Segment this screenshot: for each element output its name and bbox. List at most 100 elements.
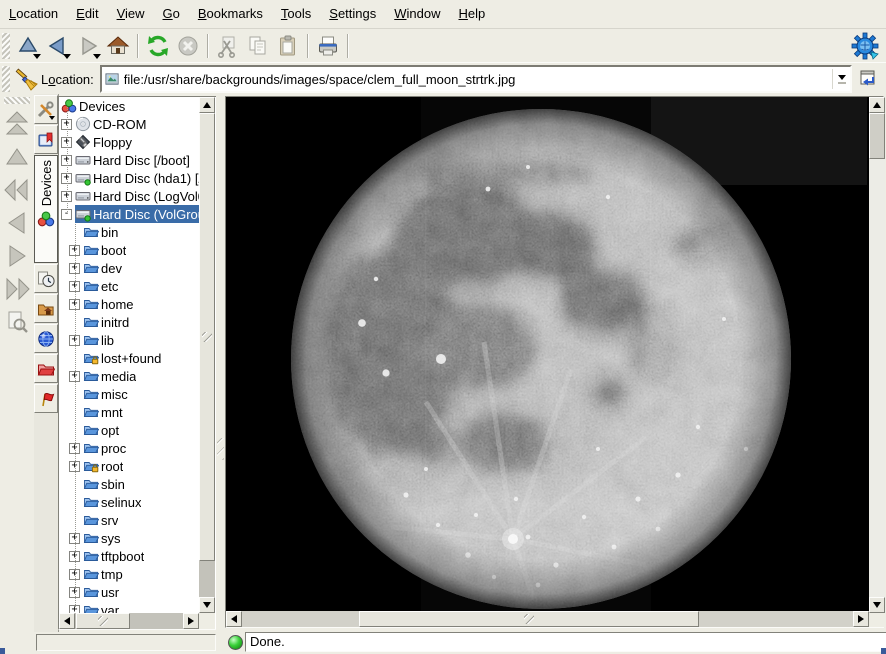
menu-item[interactable]: Window [385, 0, 449, 28]
menu-item[interactable]: Edit [67, 0, 107, 28]
double-up-button[interactable] [3, 110, 31, 138]
tree-row[interactable]: + Hard Disc (hda1) [/ [59, 169, 199, 187]
view-horizontal-scrollbar[interactable] [226, 611, 869, 627]
tree-item-label: root [101, 459, 123, 474]
sidebar-tab-home-folder[interactable] [34, 294, 58, 323]
tree-vscroll-thumb[interactable] [199, 113, 215, 561]
double-forward-button[interactable] [3, 275, 31, 303]
sidebar-tab-bookmarks[interactable] [34, 125, 58, 154]
menu-item-post: ettings [338, 6, 376, 21]
menu-item[interactable]: Go [154, 0, 189, 28]
tree-vertical-scrollbar[interactable] [199, 97, 215, 613]
copy-button[interactable] [243, 31, 273, 61]
tree-row[interactable]: + var [59, 601, 199, 613]
up-button-disabled[interactable] [3, 143, 31, 171]
tree-row[interactable]: + sys [59, 529, 199, 547]
toolbar-drag-handle[interactable] [2, 33, 10, 59]
tree-row[interactable]: srv [59, 511, 199, 529]
toolbar-drag-handle[interactable] [2, 66, 10, 92]
tree-row[interactable]: + etc [59, 277, 199, 295]
tree-row[interactable]: + home [59, 295, 199, 313]
konqueror-gear-logo[interactable] [848, 30, 882, 61]
sidebar-tab-devices[interactable]: Devices [34, 155, 58, 263]
tree-row[interactable]: + tftpboot [59, 547, 199, 565]
stop-button[interactable] [173, 31, 203, 61]
tree-row[interactable]: lost+found [59, 349, 199, 367]
tree-row[interactable]: + Floppy [59, 133, 199, 151]
tree-row[interactable]: + root [59, 457, 199, 475]
paste-button[interactable] [273, 31, 303, 61]
combobox-dropdown-button[interactable] [832, 69, 850, 89]
double-back-button[interactable] [3, 176, 31, 204]
tree-row[interactable]: selinux [59, 493, 199, 511]
tree-row[interactable]: initrd [59, 313, 199, 331]
toolbar-separator [307, 34, 309, 58]
toolbar-drag-handle[interactable] [4, 97, 30, 104]
tree-row[interactable]: + usr [59, 583, 199, 601]
view-vertical-scrollbar[interactable] [869, 97, 885, 611]
scroll-up-button[interactable] [869, 97, 885, 113]
tree-item-label: CD-ROM [93, 117, 146, 132]
scroll-up-button[interactable] [199, 97, 215, 113]
home-button[interactable] [103, 31, 133, 61]
up-button[interactable] [13, 31, 43, 61]
view-vscroll-thumb[interactable] [869, 113, 885, 159]
reload-button[interactable] [143, 31, 173, 61]
back-button[interactable] [43, 31, 73, 61]
sidebar-config-button[interactable] [34, 95, 58, 124]
tree-item-label: Hard Disc (LogVol0 [93, 189, 199, 204]
sidebar-splitter[interactable] [216, 94, 225, 632]
menu-item[interactable]: Help [450, 0, 495, 28]
tree-row[interactable]: bin [59, 223, 199, 241]
scroll-down-button[interactable] [199, 597, 215, 613]
tree-row[interactable]: misc [59, 385, 199, 403]
scroll-right-button[interactable] [183, 613, 199, 629]
tree-row[interactable]: Devices [59, 97, 199, 115]
services-flag-icon [37, 390, 55, 408]
scroll-right-button[interactable] [853, 611, 869, 627]
tree-row[interactable]: + Hard Disc (LogVol0 [59, 187, 199, 205]
tree-item-icon [83, 404, 99, 420]
menu-item[interactable]: Tools [272, 0, 320, 28]
menu-item[interactable]: View [108, 0, 154, 28]
tree-hscroll-thumb[interactable] [76, 613, 130, 629]
tree-row[interactable]: sbin [59, 475, 199, 493]
cut-button[interactable] [213, 31, 243, 61]
cut-icon [216, 34, 240, 58]
forward-button[interactable] [73, 31, 103, 61]
forward-button-disabled[interactable] [3, 242, 31, 270]
go-button[interactable] [856, 66, 882, 92]
location-combobox[interactable]: file:/usr/share/backgrounds/images/space… [100, 65, 852, 93]
sidebar-tab-root-folder[interactable] [34, 354, 58, 383]
menu-item[interactable]: Location [0, 0, 67, 28]
image-viewport[interactable] [226, 97, 869, 611]
tree-row[interactable]: + proc [59, 439, 199, 457]
menu-item[interactable]: Bookmarks [189, 0, 272, 28]
scroll-left-button[interactable] [226, 611, 242, 627]
devices-tree: Devices + CD-ROM + [59, 97, 199, 613]
back-button-disabled[interactable] [3, 209, 31, 237]
view-hscroll-thumb[interactable] [359, 611, 699, 627]
tree-row[interactable]: + tmp [59, 565, 199, 583]
tree-row[interactable]: opt [59, 421, 199, 439]
sidebar-tab-services[interactable] [34, 384, 58, 413]
scroll-down-button[interactable] [869, 597, 885, 613]
menu-item[interactable]: Settings [320, 0, 385, 28]
tree-row[interactable]: + dev [59, 259, 199, 277]
tree-horizontal-scrollbar[interactable] [59, 613, 199, 629]
sidebar-tab-network[interactable] [34, 324, 58, 353]
tree-row[interactable]: - Hard Disc (VolGrou [59, 205, 199, 223]
clear-location-button[interactable] [13, 66, 39, 92]
print-button[interactable] [313, 31, 343, 61]
tree-row[interactable]: + Hard Disc [/boot] [59, 151, 199, 169]
tree-row[interactable]: + media [59, 367, 199, 385]
tree-row[interactable]: + CD-ROM [59, 115, 199, 133]
sidebar-tab-history[interactable] [34, 264, 58, 293]
tree-row[interactable]: + boot [59, 241, 199, 259]
find-file-button[interactable] [3, 308, 31, 336]
tree-item-label: Hard Disc [/boot] [93, 153, 190, 168]
location-input-value[interactable]: file:/usr/share/backgrounds/images/space… [124, 72, 832, 87]
scroll-left-button[interactable] [59, 613, 75, 629]
tree-row[interactable]: mnt [59, 403, 199, 421]
tree-row[interactable]: + lib [59, 331, 199, 349]
